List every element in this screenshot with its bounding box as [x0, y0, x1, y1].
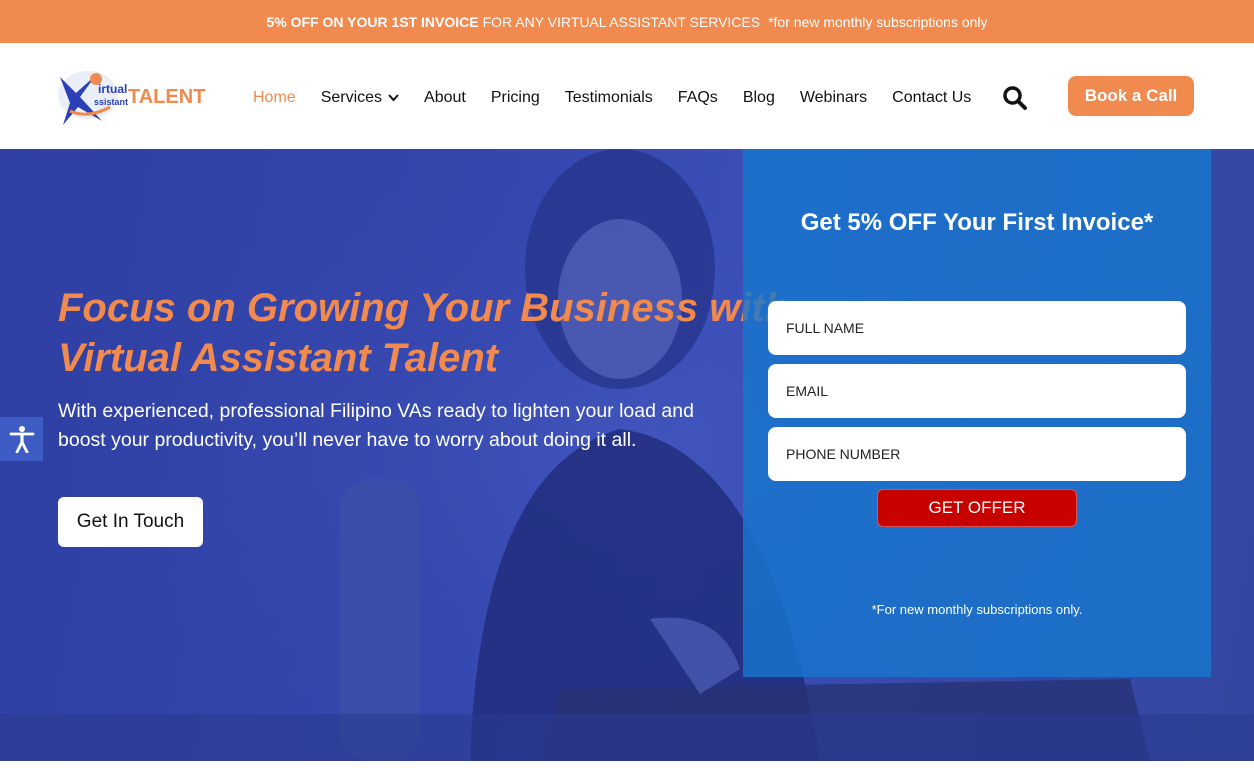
page-bottom-strip [0, 761, 1254, 768]
nav-webinars[interactable]: Webinars [800, 87, 867, 109]
logo-line1: irtual [98, 82, 127, 96]
promo-bar: 5% OFF ON YOUR 1ST INVOICE FOR ANY VIRTU… [0, 0, 1254, 43]
promo-highlight: 5% OFF ON YOUR 1ST INVOICE [266, 13, 479, 30]
main-nav: Home Services About Pricing Testimonials… [253, 87, 996, 109]
logo-mark: irtual ssistant TALENT [58, 71, 205, 125]
hero-title: Focus on Growing Your Business with Virt… [58, 283, 790, 383]
logo-brand: TALENT [128, 86, 205, 108]
nav-faqs[interactable]: FAQs [678, 87, 718, 109]
nav-testimonials[interactable]: Testimonials [565, 87, 653, 109]
form-title: Get 5% OFF Your First Invoice* [800, 209, 1154, 236]
nav-webinars-label: Webinars [799, 89, 868, 106]
promo-text: FOR ANY VIRTUAL ASSISTANT SERVICES [482, 13, 761, 30]
hero-subtitle: With experienced, professional Filipino … [58, 397, 738, 455]
accessibility-icon [9, 426, 34, 453]
nav-pricing[interactable]: Pricing [491, 87, 540, 109]
get-in-touch-button[interactable]: Get In Touch [58, 497, 203, 547]
hero-title-line2: Virtual Assistant Talent [58, 336, 499, 380]
nav-services-label: Services [320, 89, 383, 106]
nav-pricing-label: Pricing [490, 89, 540, 106]
accessibility-button[interactable] [0, 417, 43, 461]
nav-services[interactable]: Services [321, 87, 399, 109]
hero-title-line1: Focus on Growing Your Business with [58, 286, 790, 330]
offer-form-panel: Get 5% OFF Your First Invoice* GET OFFER… [743, 149, 1211, 677]
nav-blog[interactable]: Blog [743, 87, 775, 109]
nav-testimonials-label: Testimonials [564, 89, 653, 106]
nav-about-label: About [424, 89, 466, 106]
hero-subtitle-line2: boost your productivity, you’ll never ha… [58, 429, 637, 451]
book-call-button[interactable]: Book a Call [1068, 76, 1194, 116]
get-offer-button[interactable]: GET OFFER [877, 489, 1077, 527]
email-field[interactable] [768, 364, 1186, 418]
logo-line2: ssistant [94, 97, 128, 107]
nav-contact[interactable]: Contact Us [892, 87, 971, 109]
logo[interactable]: irtual ssistant TALENT [56, 67, 206, 127]
nav-about[interactable]: About [424, 87, 466, 109]
chevron-down-icon [388, 94, 399, 102]
full-name-field[interactable] [768, 301, 1186, 355]
nav-contact-label: Contact Us [892, 89, 972, 106]
nav-faqs-label: FAQs [677, 89, 718, 106]
hero-subtitle-line1: With experienced, professional Filipino … [58, 400, 694, 422]
search-icon[interactable] [1002, 85, 1028, 111]
site-header: irtual ssistant TALENT Home Services Abo… [0, 43, 1254, 149]
form-note: *For new monthly subscriptions only. [871, 602, 1083, 617]
phone-field[interactable] [768, 427, 1186, 481]
nav-blog-label: Blog [742, 89, 775, 106]
promo-note: *for new monthly subscriptions only [768, 13, 988, 30]
nav-home[interactable]: Home [253, 87, 296, 109]
nav-home-label: Home [253, 89, 296, 106]
